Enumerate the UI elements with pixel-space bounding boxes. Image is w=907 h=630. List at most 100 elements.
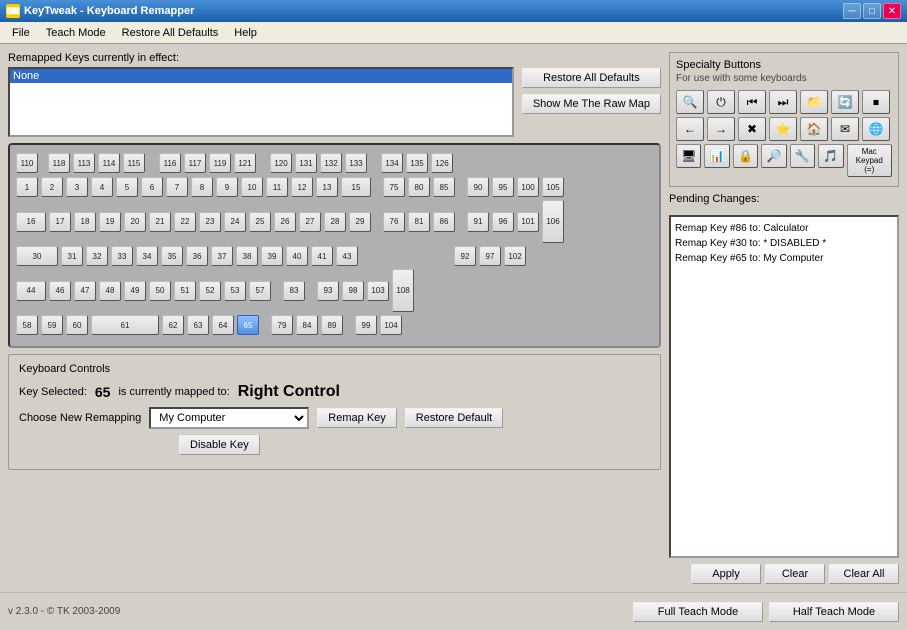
key-60[interactable]: 60 xyxy=(66,315,88,335)
key-91[interactable]: 91 xyxy=(467,212,489,232)
key-114[interactable]: 114 xyxy=(98,153,120,173)
key-48[interactable]: 48 xyxy=(99,281,121,301)
menu-restore-defaults[interactable]: Restore All Defaults xyxy=(114,25,227,41)
key-29[interactable]: 29 xyxy=(349,212,371,232)
spec-next-icon[interactable]: ⏭ xyxy=(769,90,797,114)
key-135[interactable]: 135 xyxy=(406,153,428,173)
key-16[interactable]: 16 xyxy=(16,212,46,232)
spec-forward-icon[interactable]: → xyxy=(707,117,735,141)
key-96[interactable]: 96 xyxy=(492,212,514,232)
key-110[interactable]: 110 xyxy=(16,153,38,173)
key-24[interactable]: 24 xyxy=(224,212,246,232)
key-92[interactable]: 92 xyxy=(454,246,476,266)
key-108[interactable]: 108 xyxy=(392,269,414,312)
minimize-button[interactable]: ─ xyxy=(843,3,861,19)
key-37[interactable]: 37 xyxy=(211,246,233,266)
spec-media-icon[interactable]: 🎵 xyxy=(818,144,843,168)
key-58[interactable]: 58 xyxy=(16,315,38,335)
key-19[interactable]: 19 xyxy=(99,212,121,232)
key-85[interactable]: 85 xyxy=(433,177,455,197)
key-21[interactable]: 21 xyxy=(149,212,171,232)
key-132[interactable]: 132 xyxy=(320,153,342,173)
key-93[interactable]: 93 xyxy=(317,281,339,301)
key-36[interactable]: 36 xyxy=(186,246,208,266)
key-79[interactable]: 79 xyxy=(271,315,293,335)
key-12[interactable]: 12 xyxy=(291,177,313,197)
spec-folder-icon[interactable]: 📁 xyxy=(800,90,828,114)
disable-key-button[interactable]: Disable Key xyxy=(179,435,260,455)
key-32[interactable]: 32 xyxy=(86,246,108,266)
spec-prev-icon[interactable]: ⏮ xyxy=(738,90,766,114)
spec-fav-icon[interactable]: ⭐ xyxy=(769,117,797,141)
key-133[interactable]: 133 xyxy=(345,153,367,173)
spec-tools-icon[interactable]: 🔧 xyxy=(790,144,815,168)
key-126[interactable]: 126 xyxy=(431,153,453,173)
key-95[interactable]: 95 xyxy=(492,177,514,197)
key-104[interactable]: 104 xyxy=(380,315,402,335)
spec-computer-icon[interactable]: 🖥 xyxy=(676,144,701,168)
apply-button[interactable]: Apply xyxy=(691,564,761,584)
restore-all-defaults-button[interactable]: Restore All Defaults xyxy=(522,68,661,88)
key-115[interactable]: 115 xyxy=(123,153,145,173)
key-1[interactable]: 1 xyxy=(16,177,38,197)
key-9[interactable]: 9 xyxy=(216,177,238,197)
key-26[interactable]: 26 xyxy=(274,212,296,232)
key-51[interactable]: 51 xyxy=(174,281,196,301)
key-41[interactable]: 41 xyxy=(311,246,333,266)
spec-magnify-icon[interactable]: 🔎 xyxy=(761,144,786,168)
key-38[interactable]: 38 xyxy=(236,246,258,266)
key-89[interactable]: 89 xyxy=(321,315,343,335)
key-18[interactable]: 18 xyxy=(74,212,96,232)
half-teach-mode-button[interactable]: Half Teach Mode xyxy=(769,602,899,622)
key-113[interactable]: 113 xyxy=(73,153,95,173)
spec-refresh-icon[interactable]: 🔄 xyxy=(831,90,859,114)
key-53[interactable]: 53 xyxy=(224,281,246,301)
spec-mail-icon[interactable]: ✉ xyxy=(831,117,859,141)
key-17[interactable]: 17 xyxy=(49,212,71,232)
key-131[interactable]: 131 xyxy=(295,153,317,173)
key-15[interactable]: 15 xyxy=(341,177,371,197)
key-116[interactable]: 116 xyxy=(159,153,181,173)
key-4[interactable]: 4 xyxy=(91,177,113,197)
key-46[interactable]: 46 xyxy=(49,281,71,301)
key-118[interactable]: 118 xyxy=(48,153,70,173)
close-button[interactable]: ✕ xyxy=(883,3,901,19)
key-35[interactable]: 35 xyxy=(161,246,183,266)
key-6[interactable]: 6 xyxy=(141,177,163,197)
clear-all-button[interactable]: Clear All xyxy=(829,564,899,584)
key-80[interactable]: 80 xyxy=(408,177,430,197)
key-63[interactable]: 63 xyxy=(187,315,209,335)
spec-power-icon[interactable]: ⏻ xyxy=(707,90,735,114)
key-52[interactable]: 52 xyxy=(199,281,221,301)
key-25[interactable]: 25 xyxy=(249,212,271,232)
key-43[interactable]: 43 xyxy=(336,246,358,266)
key-120[interactable]: 120 xyxy=(270,153,292,173)
key-33[interactable]: 33 xyxy=(111,246,133,266)
key-30[interactable]: 30 xyxy=(16,246,58,266)
key-2[interactable]: 2 xyxy=(41,177,63,197)
spec-search-icon[interactable]: 🔍 xyxy=(676,90,704,114)
key-81[interactable]: 81 xyxy=(408,212,430,232)
key-5[interactable]: 5 xyxy=(116,177,138,197)
key-39[interactable]: 39 xyxy=(261,246,283,266)
key-22[interactable]: 22 xyxy=(174,212,196,232)
spec-lock-icon[interactable]: 🔒 xyxy=(733,144,758,168)
show-raw-map-button[interactable]: Show Me The Raw Map xyxy=(522,94,661,114)
key-3[interactable]: 3 xyxy=(66,177,88,197)
key-83[interactable]: 83 xyxy=(283,281,305,301)
key-49[interactable]: 49 xyxy=(124,281,146,301)
key-105[interactable]: 105 xyxy=(542,177,564,197)
key-28[interactable]: 28 xyxy=(324,212,346,232)
key-57[interactable]: 57 xyxy=(249,281,271,301)
menu-file[interactable]: File xyxy=(4,25,38,41)
key-61[interactable]: 61 xyxy=(91,315,159,335)
key-84[interactable]: 84 xyxy=(296,315,318,335)
clear-button[interactable]: Clear xyxy=(765,564,825,584)
key-76[interactable]: 76 xyxy=(383,212,405,232)
menu-teach-mode[interactable]: Teach Mode xyxy=(38,25,114,41)
key-8[interactable]: 8 xyxy=(191,177,213,197)
key-20[interactable]: 20 xyxy=(124,212,146,232)
key-47[interactable]: 47 xyxy=(74,281,96,301)
key-86[interactable]: 86 xyxy=(433,212,455,232)
key-7[interactable]: 7 xyxy=(166,177,188,197)
